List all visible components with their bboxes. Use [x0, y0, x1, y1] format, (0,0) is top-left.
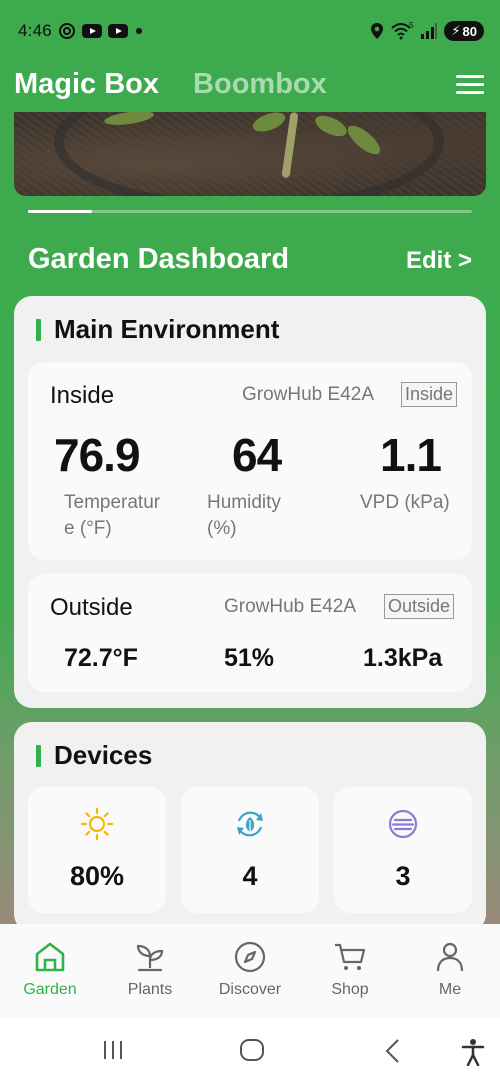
temperature-label: Temperatur e (°F): [64, 492, 161, 539]
card-title: Devices: [54, 740, 153, 770]
back-button[interactable]: [382, 1038, 402, 1069]
home-button[interactable]: [239, 1038, 265, 1067]
outside-label: Outside: [50, 594, 133, 621]
svg-text:5: 5: [409, 22, 414, 30]
device-tile-other[interactable]: 3: [334, 787, 472, 913]
card-header: Devices: [36, 740, 152, 771]
vpd-value: 1.1: [380, 429, 442, 481]
nav-discover[interactable]: Discover: [200, 924, 300, 1018]
vpd-label: VPD (kPa): [360, 492, 450, 513]
nav-label: Plants: [127, 981, 173, 998]
cart-icon: [333, 940, 367, 974]
charging-icon: ⚡: [451, 23, 461, 38]
plant-photo-banner[interactable]: [14, 112, 486, 196]
nav-label: Shop: [331, 981, 369, 998]
nav-garden[interactable]: Garden: [0, 924, 100, 1018]
device-tile-fan[interactable]: 4: [181, 787, 319, 913]
sprout-icon: [133, 940, 167, 974]
list-lines-icon: [386, 807, 420, 841]
accessibility-button[interactable]: [460, 1038, 486, 1071]
signal-icon: [420, 23, 438, 39]
system-navigation-bar: [0, 1018, 500, 1084]
dot-icon: [134, 26, 144, 36]
sun-icon: [80, 807, 114, 841]
bottom-navigation: Garden Plants Discover Shop Me: [0, 924, 500, 1018]
inside-environment-panel[interactable]: Inside GrowHub E42A Inside 76.9 64 1.1 T…: [28, 362, 472, 560]
temperature-value: 76.9: [54, 429, 141, 481]
recent-apps-button[interactable]: [101, 1038, 125, 1067]
card-header: Main Environment: [36, 314, 279, 345]
nav-plants[interactable]: Plants: [100, 924, 200, 1018]
location-icon: [370, 22, 384, 40]
accent-bar: [36, 318, 41, 341]
tab-magic-box[interactable]: Magic Box: [14, 68, 159, 101]
device-value: 80%: [69, 861, 125, 891]
nav-label: Discover: [218, 981, 282, 998]
status-bar: 4:46 5 ⚡ 80: [0, 0, 500, 62]
recent-apps-icon: [104, 1041, 122, 1059]
hub-name: GrowHub E42A: [224, 596, 357, 617]
hamburger-icon: [456, 75, 484, 78]
accent-bar: [36, 744, 41, 767]
page-title: Garden Dashboard: [28, 243, 290, 275]
accessibility-icon: [461, 1039, 485, 1067]
outside-temperature-value: 72.7°F: [64, 644, 138, 672]
humidity-value: 64: [232, 429, 282, 481]
outside-vpd-value: 1.3kPa: [363, 644, 443, 672]
device-value: 3: [395, 861, 411, 891]
outside-environment-panel[interactable]: Outside GrowHub E42A Outside 72.7°F 51% …: [28, 574, 472, 692]
main-environment-card[interactable]: Main Environment Inside GrowHub E42A Ins…: [14, 296, 486, 708]
youtube-icon: [107, 23, 128, 39]
app-header: Magic Box Boombox: [0, 62, 500, 106]
hub-name: GrowHub E42A: [242, 384, 375, 405]
home-circle-icon: [240, 1039, 264, 1061]
home-icon: [33, 940, 67, 974]
nav-label: Garden: [23, 981, 77, 998]
nav-shop[interactable]: Shop: [300, 924, 400, 1018]
location-tag: Inside: [401, 382, 458, 407]
carousel-indicator-fill: [28, 210, 92, 213]
battery-level: 80: [462, 23, 477, 39]
recycle-leaf-icon: [233, 807, 267, 841]
card-title: Main Environment: [54, 314, 280, 344]
battery-indicator: ⚡ 80: [444, 21, 484, 41]
device-tile-light[interactable]: 80%: [28, 787, 166, 913]
status-time: 4:46: [18, 21, 52, 40]
tab-boombox[interactable]: Boombox: [193, 68, 327, 101]
device-value: 4: [242, 861, 258, 891]
humidity-label: Humidity (%): [207, 492, 281, 539]
compass-icon: [233, 940, 267, 974]
hamburger-menu-button[interactable]: [456, 72, 486, 96]
youtube-icon: [81, 23, 102, 39]
threads-icon: [58, 22, 76, 40]
location-tag: Outside: [384, 594, 455, 619]
carousel-indicator: [28, 210, 472, 213]
edit-button[interactable]: Edit >: [406, 247, 472, 275]
nav-label: Me: [438, 981, 462, 998]
wifi-icon: 5: [390, 22, 414, 40]
outside-humidity-value: 51%: [224, 644, 275, 672]
user-icon: [433, 940, 467, 974]
inside-label: Inside: [50, 382, 115, 409]
back-chevron-icon: [385, 1039, 399, 1063]
nav-me[interactable]: Me: [400, 924, 500, 1018]
devices-card[interactable]: Devices 80% 4 3: [14, 722, 486, 932]
